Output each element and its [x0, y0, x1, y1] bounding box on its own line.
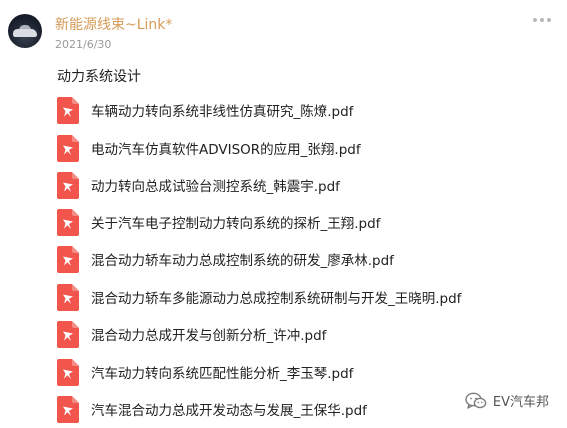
file-item[interactable]: 车辆动力转向系统非线性仿真研究_陈燎.pdf	[57, 96, 353, 124]
file-name: 混合动力轿车多能源动力总成控制系统研制与开发_王晓明.pdf	[91, 291, 462, 307]
pdf-icon	[57, 320, 79, 348]
watermark: EV汽车邦	[465, 391, 549, 410]
post-date: 2021/6/30	[55, 38, 112, 51]
file-item[interactable]: 关于汽车电子控制动力转向系统的探析_王翔.pdf	[57, 208, 380, 236]
more-dot-icon	[547, 18, 551, 22]
file-item[interactable]: 混合动力轿车动力总成控制系统的研发_廖承林.pdf	[57, 245, 394, 273]
file-name: 混合动力轿车动力总成控制系统的研发_廖承林.pdf	[91, 253, 394, 269]
pdf-icon	[57, 208, 79, 236]
pdf-icon	[57, 96, 79, 124]
file-item[interactable]: 汽车动力转向系统匹配性能分析_李玉琴.pdf	[57, 358, 353, 386]
file-name: 车辆动力转向系统非线性仿真研究_陈燎.pdf	[91, 104, 354, 120]
file-item[interactable]: 动力转向总成试验台测控系统_韩震宇.pdf	[57, 171, 340, 199]
author-name[interactable]: 新能源线束~Link*	[55, 14, 172, 34]
file-item[interactable]: 电动汽车仿真软件ADVISOR的应用_张翔.pdf	[57, 134, 361, 162]
file-item[interactable]: 混合动力轿车多能源动力总成控制系统研制与开发_王晓明.pdf	[57, 283, 461, 311]
more-dot-icon	[540, 18, 544, 22]
file-name: 关于汽车电子控制动力转向系统的探析_王翔.pdf	[91, 216, 381, 232]
file-item[interactable]: 汽车混合动力总成开发动态与发展_王保华.pdf	[57, 395, 367, 423]
file-name: 动力转向总成试验台测控系统_韩震宇.pdf	[91, 179, 340, 195]
file-name: 汽车混合动力总成开发动态与发展_王保华.pdf	[91, 403, 367, 419]
pdf-icon	[57, 134, 79, 162]
file-item[interactable]: 混合动力总成开发与创新分析_许冲.pdf	[57, 320, 326, 348]
post-heading: 动力系统设计	[57, 69, 141, 85]
pdf-icon	[57, 283, 79, 311]
file-name: 汽车动力转向系统匹配性能分析_李玉琴.pdf	[91, 366, 354, 382]
avatar-car-body	[13, 29, 37, 37]
more-options-button[interactable]	[533, 18, 551, 22]
more-dot-icon	[533, 18, 537, 22]
pdf-icon	[57, 245, 79, 273]
file-name: 电动汽车仿真软件ADVISOR的应用_张翔.pdf	[91, 142, 361, 158]
pdf-icon	[57, 395, 79, 423]
pdf-icon	[57, 358, 79, 386]
avatar[interactable]	[8, 14, 42, 48]
file-name: 混合动力总成开发与创新分析_许冲.pdf	[91, 328, 327, 344]
watermark-label: EV汽车邦	[492, 395, 549, 410]
wechat-icon	[465, 392, 487, 410]
pdf-icon	[57, 171, 79, 199]
